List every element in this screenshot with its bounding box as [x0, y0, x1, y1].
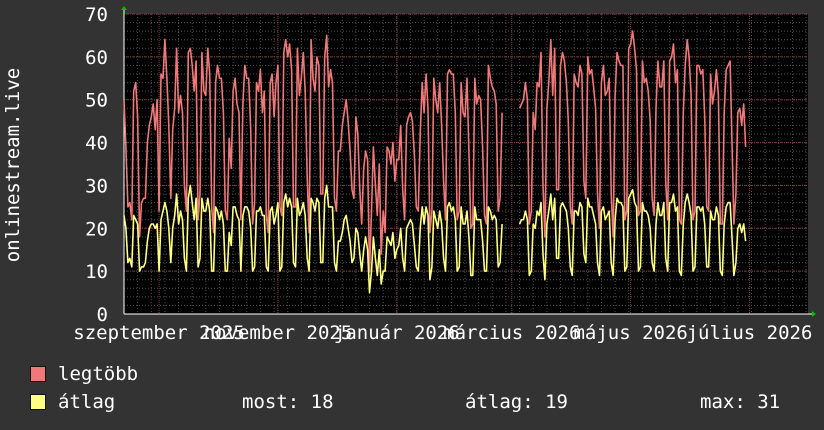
legend-swatch-max [30, 366, 46, 382]
x-tick-label: március 2026 [443, 322, 580, 344]
y-tick-label: 60 [85, 47, 108, 69]
y-tick-label: 50 [85, 90, 108, 112]
legend-swatch-avg [30, 394, 46, 410]
y-axis-arrow [121, 6, 127, 10]
line-chart: 010203040506070szeptember 2025november 2… [73, 4, 816, 344]
x-tick-label: május 2026 [573, 322, 687, 344]
legend-item-max: legtöbb [30, 363, 138, 385]
y-tick-label: 20 [85, 218, 108, 240]
y-tick-label: 30 [85, 175, 108, 197]
y-tick-label: 40 [85, 133, 108, 155]
legend-item-avg: átlag [30, 391, 115, 413]
x-axis-arrow [812, 311, 816, 317]
stat-average: átlag: 19 [465, 391, 568, 413]
x-tick-label: július 2026 [687, 322, 813, 344]
stat-now: most: 18 [242, 391, 334, 413]
x-tick-label: január 2026 [334, 322, 460, 344]
stat-max: max: 31 [700, 391, 781, 413]
y-axis-label: onlinestream.live [0, 0, 26, 320]
x-tick-label: november 2025 [204, 322, 353, 344]
legend-label-max: legtöbb [58, 363, 139, 385]
legend-label-avg: átlag [58, 391, 116, 413]
y-tick-label: 10 [85, 261, 108, 283]
y-tick-label: 70 [85, 4, 108, 26]
y-axis-label-text: onlinestream.live [2, 67, 24, 263]
